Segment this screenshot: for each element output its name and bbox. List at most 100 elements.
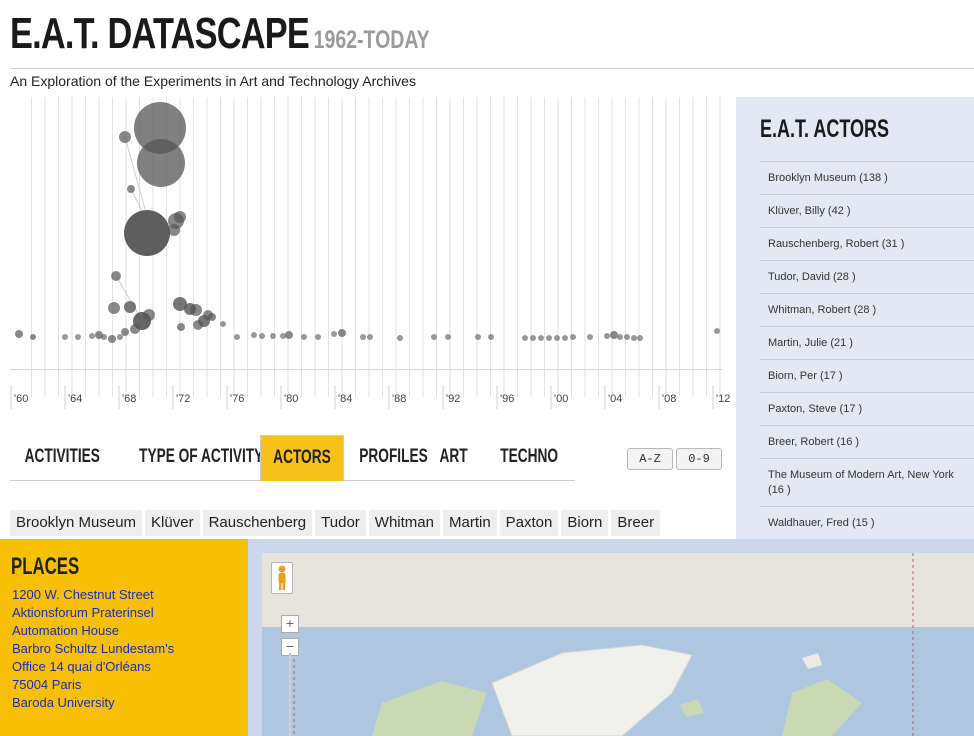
actor-list-item[interactable]: Waldhauer, Fred (15 ) bbox=[760, 507, 974, 540]
actor-chip[interactable]: Whitman bbox=[368, 510, 440, 536]
timeline-bubble[interactable] bbox=[397, 335, 403, 341]
timeline-bubble[interactable] bbox=[360, 334, 366, 340]
place-link[interactable]: 75004 Paris bbox=[12, 676, 242, 694]
actor-list-item[interactable]: Paxton, Steve (17 ) bbox=[760, 393, 974, 426]
timeline-bubble[interactable] bbox=[522, 335, 528, 341]
timeline-bubble[interactable] bbox=[174, 211, 186, 223]
timeline-bubble[interactable] bbox=[554, 335, 560, 341]
timeline-bubble[interactable] bbox=[546, 335, 552, 341]
timeline-bubble[interactable] bbox=[431, 334, 437, 340]
timeline-bubble[interactable] bbox=[714, 328, 720, 334]
sort-alpha-button[interactable]: A-Z bbox=[627, 448, 673, 470]
timeline-bubble[interactable] bbox=[220, 321, 226, 327]
timeline-bubble[interactable] bbox=[570, 334, 576, 340]
actor-chip[interactable]: Klüver bbox=[145, 510, 200, 536]
timeline-bubble[interactable] bbox=[624, 334, 630, 340]
tab-type-of-activity[interactable]: TYPE OF ACTIVITY bbox=[115, 435, 263, 479]
actor-list-item[interactable]: The Museum of Modern Art, New York (16 ) bbox=[760, 459, 974, 507]
timeline-bubble[interactable] bbox=[30, 334, 36, 340]
zoom-slider-track[interactable] bbox=[289, 653, 291, 736]
timeline-bubble[interactable] bbox=[127, 185, 135, 193]
place-link[interactable]: 1200 W. Chestnut Street bbox=[12, 586, 242, 604]
timeline-bubble[interactable] bbox=[587, 334, 593, 340]
timeline-bubble[interactable] bbox=[108, 302, 120, 314]
timeline-bubble[interactable] bbox=[637, 335, 643, 341]
timeline-bubble[interactable] bbox=[101, 334, 107, 340]
timeline-bubble[interactable] bbox=[137, 139, 185, 187]
title-text: E.A.T. DATASCAPE bbox=[10, 9, 310, 58]
actor-list-item[interactable]: Breer, Robert (16 ) bbox=[760, 426, 974, 459]
timeline-bubble[interactable] bbox=[530, 335, 536, 341]
timeline-bubble[interactable] bbox=[234, 334, 240, 340]
timeline-bubble[interactable] bbox=[562, 335, 568, 341]
timeline-bubble[interactable] bbox=[168, 224, 180, 236]
timeline-bubble[interactable] bbox=[301, 334, 307, 340]
timeline-bubble[interactable] bbox=[367, 334, 373, 340]
actor-list-item[interactable]: Biorn, Per (17 ) bbox=[760, 360, 974, 393]
actor-list-item[interactable]: Whitman, Robert (28 ) bbox=[760, 294, 974, 327]
street-view-pegman[interactable] bbox=[271, 562, 293, 594]
actor-chip[interactable]: Biorn bbox=[561, 510, 609, 536]
world-map[interactable]: + − bbox=[262, 553, 974, 736]
timeline-bubble[interactable] bbox=[143, 309, 155, 321]
timeline-bubble[interactable] bbox=[124, 210, 170, 256]
zoom-in-button[interactable]: + bbox=[281, 615, 299, 633]
timeline-bubble[interactable] bbox=[538, 335, 544, 341]
greenland-landmass bbox=[491, 644, 693, 736]
actor-chip[interactable]: Martin bbox=[442, 510, 497, 536]
timeline-bubble[interactable] bbox=[75, 334, 81, 340]
sort-numeric-button[interactable]: 0-9 bbox=[676, 448, 722, 470]
timeline-bubble[interactable] bbox=[251, 332, 257, 338]
timeline-bubble[interactable] bbox=[124, 301, 136, 313]
timeline-bubble[interactable] bbox=[475, 334, 481, 340]
timeline-bubble[interactable] bbox=[280, 333, 286, 339]
timeline-bubble[interactable] bbox=[108, 335, 116, 343]
place-link[interactable]: Automation House bbox=[12, 622, 242, 640]
timeline-bubble[interactable] bbox=[190, 304, 202, 316]
timeline-bubble[interactable] bbox=[488, 334, 494, 340]
timeline-tick-label: '68 bbox=[122, 393, 136, 405]
timeline-bubble[interactable] bbox=[445, 334, 451, 340]
timeline-bubble[interactable] bbox=[208, 313, 216, 321]
actor-list-item[interactable]: Klüver, Billy (42 ) bbox=[760, 195, 974, 228]
tab-actors[interactable]: ACTORS bbox=[260, 435, 344, 481]
timeline-bubble[interactable] bbox=[130, 324, 140, 334]
place-link[interactable]: Aktionsforum Praterinsel bbox=[12, 604, 242, 622]
timeline-bubble[interactable] bbox=[270, 333, 276, 339]
tab-profiles[interactable]: PROFILES bbox=[346, 435, 427, 479]
actor-chip[interactable]: Rauschenberg bbox=[202, 510, 313, 536]
timeline-bubble[interactable] bbox=[121, 328, 129, 336]
place-link[interactable]: Barbro Schultz Lundestam's bbox=[12, 640, 242, 658]
actor-list-item[interactable]: Tudor, David (28 ) bbox=[760, 261, 974, 294]
place-link[interactable]: Baroda University bbox=[12, 694, 242, 712]
actor-list-item[interactable]: Brooklyn Museum (138 ) bbox=[760, 161, 974, 195]
timeline-bubble[interactable] bbox=[111, 271, 121, 281]
timeline-bubble[interactable] bbox=[117, 334, 123, 340]
actor-list-item[interactable]: Rauschenberg, Robert (31 ) bbox=[760, 228, 974, 261]
timeline-bubble[interactable] bbox=[315, 334, 321, 340]
timeline-bubble[interactable] bbox=[259, 333, 265, 339]
timeline-bubble[interactable] bbox=[331, 331, 337, 337]
actor-chip[interactable]: Breer bbox=[611, 510, 661, 536]
actor-list-item[interactable]: Martin, Julie (21 ) bbox=[760, 327, 974, 360]
place-link[interactable]: Office 14 quai d'Orléans bbox=[12, 658, 242, 676]
actor-chip[interactable]: Brooklyn Museum bbox=[10, 510, 143, 536]
tab-activities[interactable]: ACTIVITIES bbox=[10, 435, 115, 479]
actor-chip[interactable]: Paxton bbox=[499, 510, 559, 536]
timeline-bubble[interactable] bbox=[119, 131, 131, 143]
tab-art[interactable]: ART bbox=[429, 435, 479, 479]
actor-chip[interactable]: Tudor bbox=[315, 510, 366, 536]
tab-techno[interactable]: TECHNO bbox=[487, 435, 571, 479]
timeline-bubble[interactable] bbox=[610, 331, 618, 339]
timeline-bubble[interactable] bbox=[285, 331, 293, 339]
timeline-bubble[interactable] bbox=[617, 334, 623, 340]
timeline-bubble[interactable] bbox=[193, 320, 203, 330]
view-tabs: ACTIVITIES TYPE OF ACTIVITY ACTORS PROFI… bbox=[10, 435, 575, 481]
timeline-bubble[interactable] bbox=[89, 333, 95, 339]
timeline-bubble[interactable] bbox=[338, 329, 346, 337]
timeline-bubble[interactable] bbox=[604, 333, 610, 339]
timeline-bubble[interactable] bbox=[15, 330, 23, 338]
timeline-bubble[interactable] bbox=[62, 334, 68, 340]
timeline-bubble[interactable] bbox=[177, 323, 185, 331]
timeline-bubble[interactable] bbox=[631, 335, 637, 341]
